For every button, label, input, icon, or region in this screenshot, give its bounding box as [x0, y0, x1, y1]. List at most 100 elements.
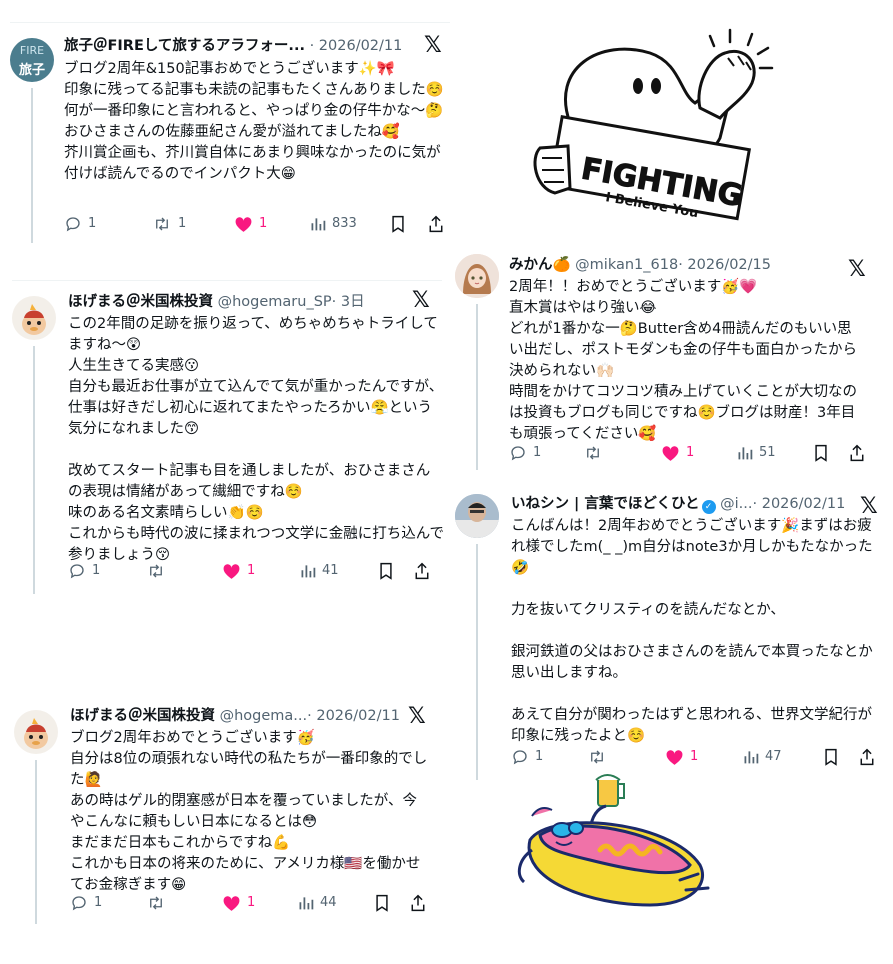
fighting-sticker: FIGHTING I Believe You — [533, 28, 774, 221]
tweet-text: ブログ2周年おめでとうございます🥳 自分は8位の頑張れない時代の私たちが一番印象… — [70, 730, 428, 893]
reply-count: 1 — [88, 216, 97, 231]
tweet-card[interactable]: ほげまる＠米国株投資 @hogema...· 2026/02/11 𝕏 ブログ2… — [14, 702, 444, 924]
author-name[interactable]: ほげまる＠米国株投資 — [68, 294, 213, 310]
like-count: 1 — [259, 216, 268, 231]
x-logo-icon: 𝕏 — [860, 494, 878, 519]
views-count: 41 — [322, 563, 339, 578]
retweet-button[interactable] — [587, 748, 613, 766]
author-name[interactable]: みかん🍊 — [509, 257, 571, 273]
bookmark-button[interactable] — [813, 444, 829, 462]
heart-icon — [662, 446, 679, 461]
author-name[interactable]: ほげまる＠米国株投資 — [70, 708, 215, 724]
reply-icon — [72, 896, 86, 911]
tweet-date[interactable]: · 2026/02/11 — [307, 708, 400, 724]
like-button[interactable]: 1 — [661, 444, 694, 462]
like-count: 1 — [247, 563, 256, 578]
views-button[interactable]: 833 — [310, 215, 357, 233]
reply-button[interactable]: 1 — [68, 562, 100, 580]
tweet-actions: 1 1 51 — [509, 444, 869, 466]
retweet-button[interactable] — [146, 562, 172, 580]
author-handle[interactable]: @mikan1_618 — [575, 257, 678, 273]
avatar[interactable] — [455, 254, 499, 298]
tweet-date[interactable]: · 2026/02/11 — [310, 38, 403, 54]
like-button[interactable]: 1 — [665, 748, 698, 766]
views-icon — [301, 565, 316, 578]
views-button[interactable]: 41 — [300, 562, 339, 580]
reply-button[interactable]: 1 — [70, 894, 102, 912]
retweet-button[interactable] — [146, 894, 172, 912]
like-button[interactable]: 1 — [234, 215, 267, 233]
like-button[interactable]: 1 — [222, 562, 255, 580]
like-count: 1 — [686, 445, 695, 460]
tweet-date[interactable]: · 3日 — [332, 294, 365, 310]
reply-button[interactable]: 1 — [509, 444, 541, 462]
author-handle[interactable]: @i... — [720, 496, 752, 512]
views-button[interactable]: 44 — [298, 894, 337, 912]
bookmark-button[interactable] — [378, 562, 394, 580]
reply-button[interactable]: 1 — [64, 215, 96, 233]
tweet-text: こんばんは！2周年おめでとうございます🎉まずはお疲れ様でしたm(_ _)m自分は… — [511, 518, 873, 744]
tweet-text: ブログ2周年&150記事おめでとうございます✨🎀 印象に残ってる記事も未読の記事… — [64, 61, 444, 182]
author-name[interactable]: いねシン | 言葉でほどくひと — [511, 496, 700, 512]
author-name[interactable]: 旅子＠FIREして旅するアラフォー... — [64, 38, 305, 54]
like-count: 1 — [690, 749, 699, 764]
bookmark-button[interactable] — [374, 894, 390, 912]
share-icon — [415, 562, 429, 580]
views-count: 47 — [765, 749, 782, 764]
share-button[interactable] — [859, 748, 875, 766]
views-count: 51 — [759, 445, 776, 460]
retweet-icon — [587, 446, 599, 460]
views-icon — [738, 447, 753, 460]
reply-count: 1 — [533, 445, 542, 460]
retweet-button[interactable] — [583, 444, 609, 462]
thread-line — [31, 88, 33, 243]
retweet-count: 1 — [178, 216, 187, 231]
views-icon — [744, 751, 759, 764]
divider — [12, 280, 442, 281]
retweet-button[interactable]: 1 — [152, 215, 186, 233]
tweet-card[interactable]: FIRE 旅子 旅子＠FIREして旅するアラフォー... · 2026/02/1… — [10, 22, 450, 243]
avatar[interactable] — [14, 710, 58, 754]
heart-icon — [223, 896, 240, 911]
avatar-character-icon — [24, 718, 48, 749]
share-button[interactable] — [410, 894, 426, 912]
heart-icon — [666, 750, 683, 765]
share-button[interactable] — [428, 215, 444, 233]
tweet-header: みかん🍊 @mikan1_618· 2026/02/15 — [509, 255, 771, 275]
avatar-label: FIRE — [19, 44, 45, 57]
views-button[interactable]: 47 — [743, 748, 782, 766]
views-button[interactable]: 51 — [737, 444, 776, 462]
share-button[interactable] — [414, 562, 430, 580]
author-handle[interactable]: @hogemaru_SP — [218, 294, 332, 310]
share-button[interactable] — [849, 444, 865, 462]
like-button[interactable]: 1 — [222, 894, 255, 912]
views-count: 833 — [332, 216, 357, 231]
tweet-text: この2年間の足跡を振り返って、めちゃめちゃトライしてますね〜😲 人生生きてる実感… — [68, 316, 444, 563]
bookmark-button[interactable] — [823, 748, 839, 766]
bookmark-icon — [815, 444, 827, 462]
tweet-header: 旅子＠FIREして旅するアラフォー... · 2026/02/11 — [64, 36, 402, 56]
share-icon — [429, 215, 443, 233]
reply-button[interactable]: 1 — [511, 748, 543, 766]
tweet-card[interactable]: いねシン | 言葉でほどくひと ✓ @i...· 2026/02/11 𝕏 こんば… — [455, 490, 885, 780]
thread-line — [476, 304, 478, 470]
avatar-girl-icon — [455, 254, 499, 298]
tweet-actions: 1 1 41 — [68, 562, 440, 584]
author-handle[interactable]: @hogema... — [220, 708, 308, 724]
x-logo-icon: 𝕏 — [424, 33, 442, 58]
reply-count: 1 — [94, 895, 103, 910]
avatar[interactable]: FIRE 旅子 — [10, 38, 54, 82]
tweet-card[interactable]: ほげまる＠米国株投資 @hogemaru_SP· 3日 𝕏 この2年間の足跡を振… — [12, 280, 444, 594]
like-count: 1 — [247, 895, 256, 910]
thread-line — [476, 544, 478, 780]
tweet-date[interactable]: · 2026/02/15 — [678, 257, 771, 273]
tweet-header: ほげまる＠米国株投資 @hogemaru_SP· 3日 — [68, 292, 365, 312]
avatar[interactable] — [455, 494, 499, 538]
tweet-card[interactable]: みかん🍊 @mikan1_618· 2026/02/15 𝕏 2周年！！おめでと… — [455, 252, 885, 470]
tweet-actions: 1 1 1 833 — [64, 215, 448, 237]
retweet-icon — [150, 896, 162, 910]
tweet-date[interactable]: · 2026/02/11 — [753, 496, 846, 512]
avatar[interactable] — [12, 296, 56, 340]
bookmark-button[interactable] — [390, 215, 406, 233]
bookmark-icon — [392, 215, 404, 233]
